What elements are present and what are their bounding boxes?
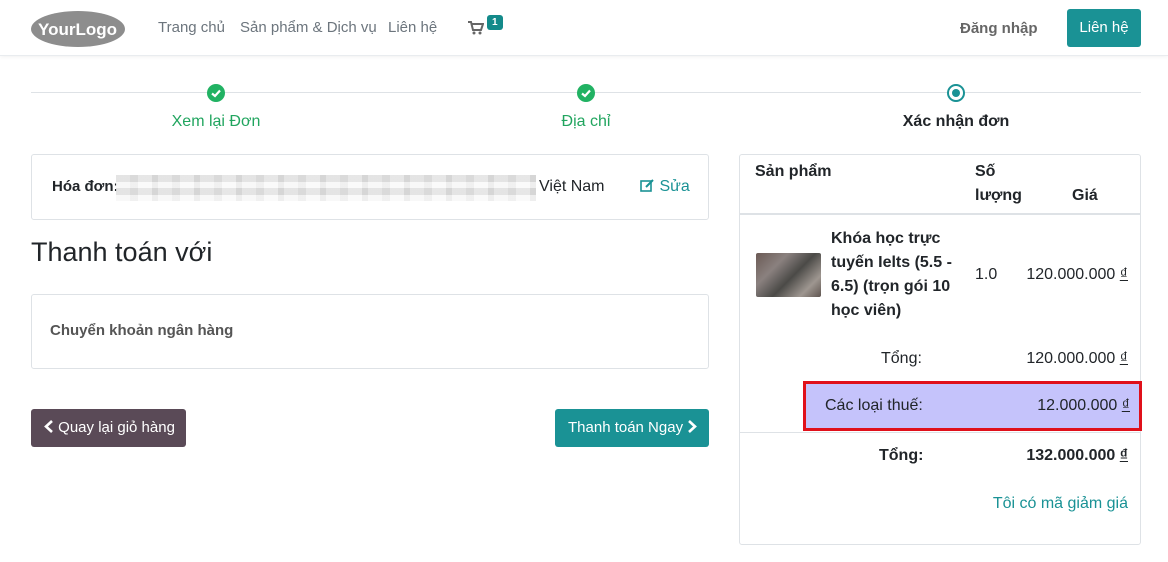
taxes-value: 12.000.000 ₫ [1037,397,1130,415]
edit-label: Sửa [659,178,690,195]
subtotal-value: 120.000.000 ₫ [1026,350,1128,368]
step-confirm-order: Xác nhận đơn [902,113,1010,130]
step-done-icon [577,84,595,102]
order-summary: Sản phẩm Số lượng Giá Khóa học trực tuyế… [739,154,1142,545]
cart-icon [468,21,484,35]
nav-contact[interactable]: Liên hệ [388,19,437,36]
invoice-label: Hóa đơn: [52,178,119,195]
logo[interactable]: YourLogo [30,10,126,48]
check-icon [211,89,221,98]
product-name: Khóa học trực tuyến Ielts (5.5 - 6.5) (t… [831,230,952,319]
site-header: YourLogo Trang chủ Sản phẩm & Dịch vụ Li… [0,0,1168,56]
pay-now-button[interactable]: Thanh toán Ngay [555,409,709,447]
column-header-quantity: Số lượng [975,163,1022,204]
cart-count-badge: 1 [487,15,503,30]
total-label: Tổng: [879,447,924,464]
step-review-order[interactable]: Xem lại Đơn [172,113,261,131]
step-done-icon [207,84,225,102]
login-link[interactable]: Đăng nhập [960,20,1038,37]
total-value: 132.000.000 ₫ [1026,447,1128,465]
back-to-cart-button[interactable]: Quay lại giỏ hàng [31,409,186,447]
payment-method-card[interactable]: Chuyển khoản ngân hàng [31,294,709,369]
column-header-price: Giá [1072,187,1098,204]
payment-method-bank-transfer[interactable]: Chuyển khoản ngân hàng [50,322,233,339]
back-to-cart-label: Quay lại giỏ hàng [58,419,175,436]
pay-now-label: Thanh toán Ngay [568,419,684,436]
currency-symbol: ₫ [1119,447,1128,464]
chevron-left-icon [44,420,53,433]
chevron-right-icon [688,420,698,433]
currency-symbol: ₫ [1121,397,1130,414]
edit-icon [640,179,654,192]
contact-button[interactable]: Liên hệ [1067,9,1141,47]
subtotal-label: Tổng: [881,350,922,367]
product-quantity: 1.0 [975,266,998,283]
product-price: 120.000.000 ₫ [1026,266,1128,284]
product-price-value: 120.000.000 [1026,266,1116,283]
redacted-address-overlay [116,175,536,201]
invoice-address-card: Hóa đơn: Việt Nam Sửa [31,154,709,220]
payment-title: Thanh toán với [31,237,213,267]
cart-link[interactable]: 1 [468,15,508,39]
edit-address-link[interactable]: Sửa [640,178,690,196]
divider [740,432,1140,433]
divider [740,213,1140,215]
currency-symbol: ₫ [1119,266,1128,283]
taxes-row-highlight: Các loại thuế: 12.000.000 ₫ [803,381,1142,431]
invoice-country: Việt Nam [539,178,605,195]
currency-symbol: ₫ [1119,350,1128,367]
product-image [756,253,821,297]
nav-products-services[interactable]: Sản phẩm & Dịch vụ [240,19,377,36]
nav-home[interactable]: Trang chủ [158,19,225,36]
column-header-product: Sản phẩm [755,163,832,180]
subtotal-amount: 120.000.000 [1026,350,1116,367]
step-address[interactable]: Địa chỉ [562,113,611,131]
taxes-amount: 12.000.000 [1037,397,1118,414]
check-icon [581,89,591,98]
promo-code-link[interactable]: Tôi có mã giảm giá [993,495,1128,513]
total-amount: 132.000.000 [1026,447,1116,464]
step-current-icon [947,84,965,102]
svg-text:YourLogo: YourLogo [38,20,117,39]
taxes-label: Các loại thuế: [825,397,923,414]
